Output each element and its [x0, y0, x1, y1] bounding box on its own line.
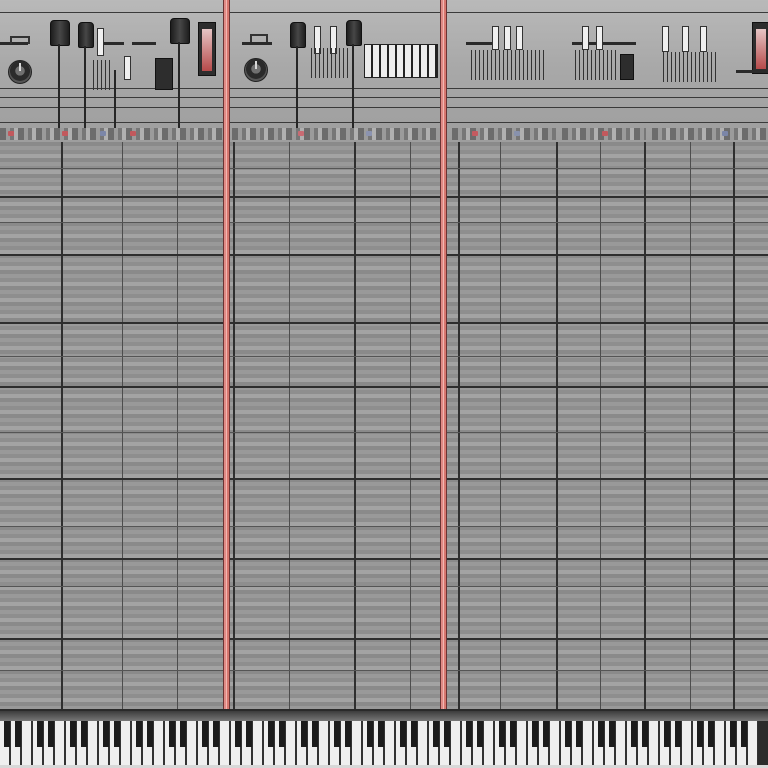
connector-bar — [104, 42, 124, 45]
pin-row-icon — [468, 50, 544, 80]
patch-plug-icon[interactable] — [78, 22, 94, 48]
fader-icon[interactable] — [662, 26, 669, 52]
lane-accent — [130, 131, 136, 136]
lane-accent — [722, 131, 728, 136]
fader-icon[interactable] — [582, 26, 589, 50]
device-module-2 — [232, 0, 440, 142]
grid-row-line — [0, 432, 768, 433]
connector-bar — [736, 70, 768, 73]
keyboard-end-cap — [758, 721, 768, 765]
playhead-marker[interactable] — [223, 0, 230, 709]
grid-row-line — [0, 386, 768, 388]
connector-bracket — [10, 36, 30, 44]
fader-icon[interactable] — [700, 26, 707, 52]
patch-cable — [84, 46, 86, 128]
patch-cable — [178, 42, 180, 128]
fader-icon[interactable] — [516, 26, 523, 50]
module-lane — [562, 128, 646, 140]
fader-icon[interactable] — [504, 26, 511, 50]
keyboard-rail — [0, 711, 768, 721]
grid-column-line — [289, 142, 290, 709]
fader-icon[interactable] — [596, 26, 603, 50]
grid-row-line — [0, 322, 768, 324]
grid-column-line — [410, 142, 411, 709]
pin-row-icon — [572, 50, 618, 80]
connector-bar — [132, 42, 156, 45]
piano-keyboard-icon[interactable] — [0, 709, 768, 768]
lane-accent — [8, 131, 14, 136]
patch-cable — [296, 46, 298, 128]
patch-plug-icon[interactable] — [346, 20, 362, 46]
grid-row-line — [0, 356, 768, 357]
grid-column-line — [354, 142, 356, 709]
fader-icon[interactable] — [492, 26, 499, 50]
module-lane — [232, 128, 440, 140]
lane-accent — [100, 131, 106, 136]
grid-column-line — [61, 142, 63, 709]
fader-icon[interactable] — [124, 56, 131, 80]
pin-row-icon — [308, 48, 348, 78]
patch-plug-icon[interactable] — [170, 18, 190, 44]
grid-column-line — [500, 142, 501, 709]
patch-cable — [58, 44, 60, 128]
patch-cable — [352, 44, 354, 128]
grid-column-line — [233, 142, 235, 709]
lane-accent — [472, 131, 478, 136]
device-module-1 — [0, 0, 224, 142]
device-strip — [0, 0, 768, 143]
lane-accent — [298, 131, 304, 136]
grid-row-line — [0, 638, 768, 640]
patch-plug-icon[interactable] — [50, 20, 70, 46]
device-module-3 — [452, 0, 556, 142]
lane-accent — [602, 131, 608, 136]
grid-column-line — [458, 142, 460, 709]
grid-row-line — [0, 168, 768, 169]
grid-row-line — [0, 586, 768, 587]
module-lane — [0, 128, 224, 140]
arrangement-grid[interactable] — [0, 0, 768, 709]
grid-row-line — [0, 670, 768, 671]
fader-icon[interactable] — [682, 26, 689, 52]
grid-column-line — [600, 142, 601, 709]
connector-bar — [242, 42, 272, 45]
fader-icon[interactable] — [97, 28, 104, 56]
pin-row-icon — [660, 52, 716, 82]
grid-row-line — [0, 254, 768, 256]
slider-icon[interactable] — [198, 22, 216, 76]
patch-cable — [114, 70, 116, 128]
device-module-4 — [562, 0, 646, 142]
module-lane — [452, 128, 556, 140]
module-lane — [652, 128, 768, 140]
device-module-5 — [652, 0, 768, 142]
grid-row-line — [0, 196, 768, 198]
grid-column-line — [733, 142, 735, 709]
lane-accent — [514, 131, 520, 136]
grid-row-line — [0, 222, 768, 223]
mini-keyboard-icon[interactable] — [364, 44, 438, 78]
grid-column-line — [556, 142, 558, 709]
jack-knob-icon[interactable] — [244, 58, 268, 82]
grid-column-line — [690, 142, 691, 709]
patch-plug-icon[interactable] — [290, 22, 306, 48]
connector-bracket — [250, 34, 268, 42]
grid-row-line — [0, 478, 768, 480]
grid-column-line — [644, 142, 646, 709]
grid-column-line — [122, 142, 123, 709]
slider-icon[interactable] — [620, 54, 634, 80]
lane-accent — [366, 131, 372, 136]
slider-icon[interactable] — [752, 22, 768, 74]
jack-knob-icon[interactable] — [8, 60, 32, 84]
loop-end-marker[interactable] — [440, 0, 447, 709]
pin-row-icon — [90, 60, 110, 90]
sequencer-window — [0, 0, 768, 768]
slider-icon[interactable] — [155, 58, 173, 90]
black-keys[interactable] — [4, 721, 758, 747]
grid-row-line — [0, 526, 768, 527]
lane-accent — [62, 131, 68, 136]
grid-column-line — [177, 142, 178, 709]
grid-row-line — [0, 558, 768, 560]
